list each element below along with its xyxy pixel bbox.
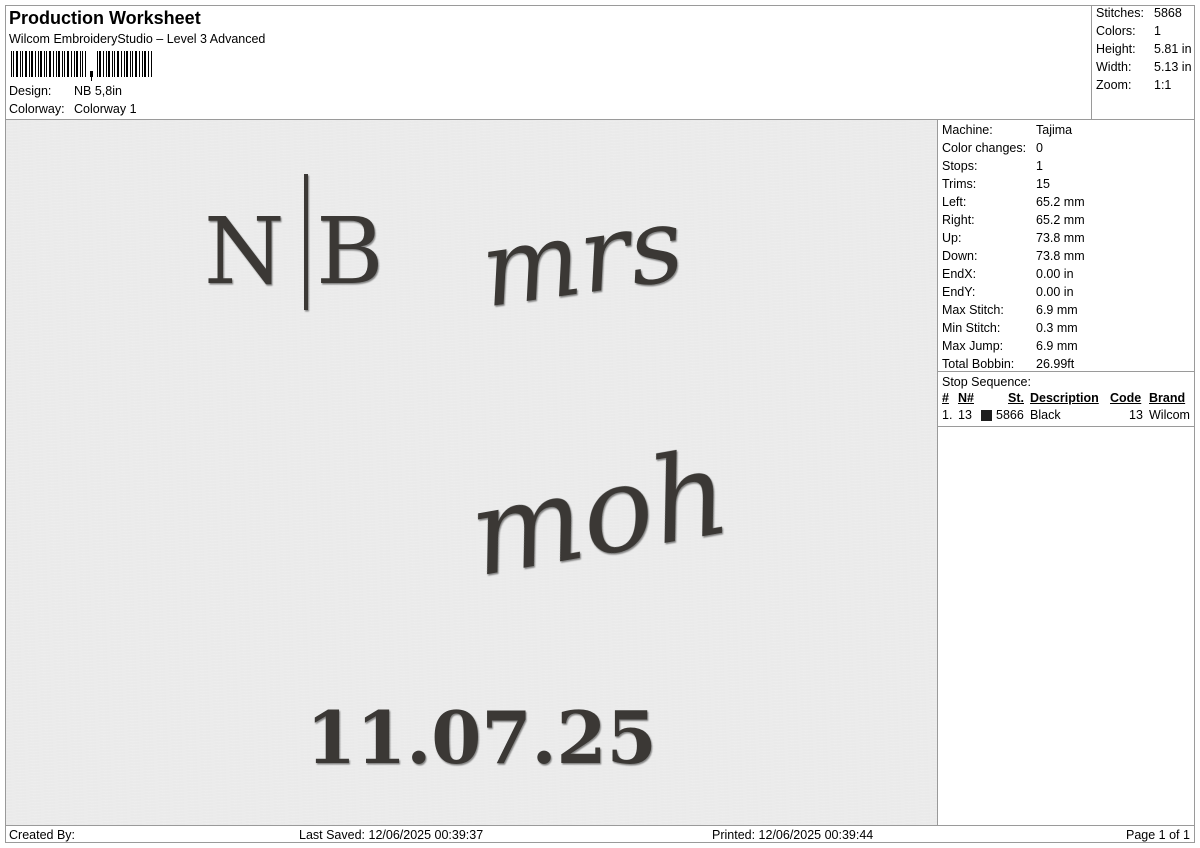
stitches-value: 5868 (1154, 6, 1182, 20)
machine-details-panel: Machine: Tajima Color changes: 0 Stops: 1 Trim… (937, 120, 1195, 825)
detail-label: Color changes: (942, 141, 1027, 155)
col-code: Code (1110, 391, 1142, 405)
detail-value: Tajima (1036, 123, 1073, 137)
detail-row: EndY: 0.00 in (942, 285, 1074, 299)
sequence-divider (938, 426, 1195, 427)
detail-value: 0.00 in (1036, 285, 1074, 299)
detail-value: 65.2 mm (1036, 195, 1085, 209)
thread-color-swatch (981, 410, 992, 421)
colorway-value: Colorway 1 (74, 102, 137, 116)
script-moh: moh (460, 422, 739, 603)
detail-label: Right: (942, 213, 975, 227)
detail-row: Stops: 1 (942, 159, 1043, 173)
detail-row: Left: 65.2 mm (942, 195, 1085, 209)
detail-label: Stops: (942, 159, 978, 173)
detail-row: Trims: 15 (942, 177, 1050, 191)
detail-value: 15 (1036, 177, 1050, 191)
detail-value: 26.99ft (1036, 357, 1075, 371)
detail-row: Color changes: 0 (942, 141, 1043, 155)
embroidery-canvas: N B mrs moh 11.07.25 (204, 174, 739, 780)
col-needle: N# (958, 391, 974, 405)
col-index: # (942, 391, 949, 405)
detail-label: Machine: (942, 123, 993, 137)
detail-row: EndX: 0.00 in (942, 267, 1074, 281)
detail-label: Up: (942, 231, 962, 245)
detail-label: EndX: (942, 267, 977, 281)
row-code: 13 (1129, 408, 1143, 422)
detail-row: Machine: Tajima (942, 123, 1072, 137)
stop-sequence-title: Stop Sequence: (942, 375, 1031, 389)
width-row: Width: 5.13 in (1096, 60, 1192, 74)
design-row: Design: NB 5,8in (9, 84, 122, 98)
detail-value: 65.2 mm (1036, 213, 1085, 227)
panel-divider (938, 371, 1195, 372)
height-row: Height: 5.81 in (1096, 42, 1192, 56)
row-brand: Wilcom (1149, 408, 1190, 422)
detail-row: Min Stitch: 0.3 mm (942, 321, 1078, 335)
script-mrs: mrs (474, 182, 691, 331)
stitches-label: Stitches: (1096, 6, 1144, 20)
detail-label: Max Stitch: (942, 303, 1004, 317)
detail-label: Min Stitch: (942, 321, 1001, 335)
width-value: 5.13 in (1154, 60, 1192, 74)
row-stitches: 5866 (996, 408, 1024, 422)
barcode-image (11, 51, 152, 81)
detail-value: 6.9 mm (1036, 339, 1078, 353)
zoom-row: Zoom: 1:1 (1096, 78, 1171, 92)
production-worksheet: Production Worksheet Wilcom EmbroiderySt… (5, 5, 1195, 843)
row-description: Black (1030, 408, 1061, 422)
monogram-b: B (316, 198, 384, 305)
detail-row: Right: 65.2 mm (942, 213, 1085, 227)
detail-value: 73.8 mm (1036, 249, 1085, 263)
col-description: Description (1030, 391, 1099, 405)
detail-label: EndY: (942, 285, 976, 299)
monogram-n: N (204, 198, 285, 305)
col-brand: Brand (1149, 391, 1186, 405)
detail-row: Up: 73.8 mm (942, 231, 1085, 245)
colorway-label: Colorway: (9, 102, 65, 116)
colorway-row: Colorway: Colorway 1 (9, 102, 137, 116)
detail-label: Max Jump: (942, 339, 1004, 353)
zoom-label: Zoom: (1096, 78, 1132, 92)
colors-value: 1 (1154, 24, 1161, 38)
printed-date: Printed: 12/06/2025 00:39:44 (712, 828, 874, 842)
colors-label: Colors: (1096, 24, 1136, 38)
design-value: NB 5,8in (74, 84, 122, 98)
monogram-divider (304, 174, 308, 310)
detail-value: 73.8 mm (1036, 231, 1085, 245)
worksheet-title: Production Worksheet (9, 8, 201, 28)
detail-row: Down: 73.8 mm (942, 249, 1085, 263)
detail-row: Max Jump: 6.9 mm (942, 339, 1078, 353)
summary-stats: Stitches: 5868 Colors: 1 Height: 5.81 in Wi… (1091, 6, 1194, 119)
detail-label: Total Bobbin: (942, 357, 1015, 371)
row-index: 1. (942, 408, 953, 422)
created-by: Created By: (9, 828, 76, 842)
design-preview: N B mrs moh 11.07.25 (6, 120, 937, 825)
col-stitches: St. (1008, 391, 1024, 405)
software-name: Wilcom EmbroideryStudio – Level 3 Advanc… (9, 32, 266, 46)
height-value: 5.81 in (1154, 42, 1192, 56)
detail-label: Trims: (942, 177, 977, 191)
stitches-row: Stitches: 5868 (1096, 6, 1182, 20)
worksheet-footer: Created By: Last Saved: 12/06/2025 00:39… (6, 825, 1194, 843)
detail-row: Max Stitch: 6.9 mm (942, 303, 1078, 317)
detail-value: 1 (1036, 159, 1043, 173)
detail-value: 0.00 in (1036, 267, 1074, 281)
worksheet-header: Production Worksheet Wilcom EmbroiderySt… (6, 6, 1091, 119)
detail-label: Down: (942, 249, 978, 263)
detail-row: Total Bobbin: 26.99ft (942, 357, 1074, 371)
date-text: 11.07.25 (306, 695, 657, 780)
page-number: Page 1 of 1 (1126, 828, 1190, 842)
detail-value: 6.9 mm (1036, 303, 1078, 317)
height-label: Height: (1096, 42, 1136, 56)
zoom-value: 1:1 (1154, 78, 1172, 92)
detail-label: Left: (942, 195, 967, 209)
detail-value: 0 (1036, 141, 1043, 155)
width-label: Width: (1096, 60, 1132, 74)
design-label: Design: (9, 84, 52, 98)
row-needle: 13 (958, 408, 972, 422)
detail-value: 0.3 mm (1036, 321, 1078, 335)
last-saved: Last Saved: 12/06/2025 00:39:37 (299, 828, 484, 842)
colors-row: Colors: 1 (1096, 24, 1161, 38)
